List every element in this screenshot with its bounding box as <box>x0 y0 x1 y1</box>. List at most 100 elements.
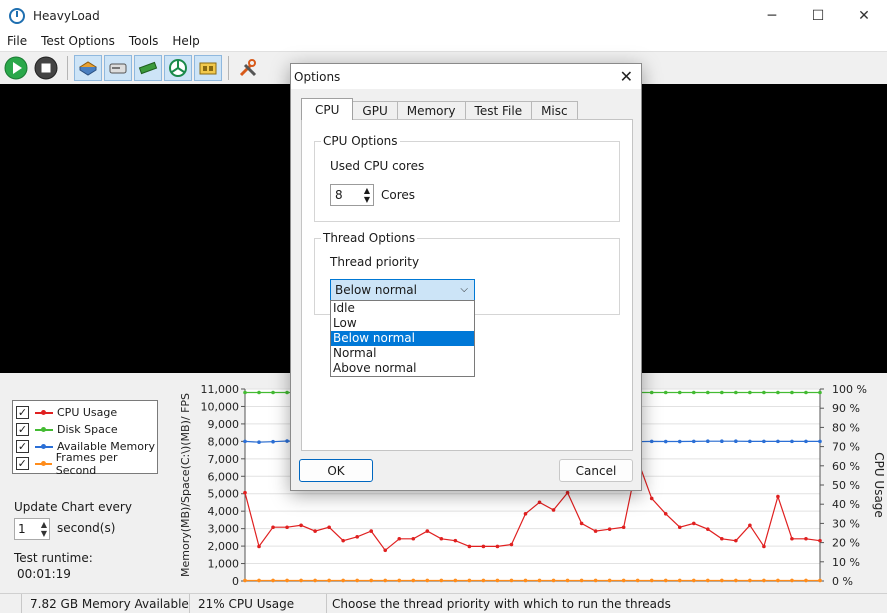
priority-option-above-normal[interactable]: Above normal <box>331 361 474 376</box>
data-point-disk-space <box>706 390 710 395</box>
data-point-cpu-usage <box>369 529 374 533</box>
gpu-stress-button[interactable] <box>164 55 192 81</box>
right-axis-tick-label: 60 % <box>832 460 860 473</box>
minimize-button[interactable]: ─ <box>749 0 795 31</box>
thread-priority-select[interactable]: Below normal ⌵ <box>330 279 475 301</box>
data-point-frames-per-second <box>341 578 345 583</box>
play-icon <box>4 56 28 80</box>
runtime-value: 00:01:19 <box>17 567 71 581</box>
data-point-frames-per-second <box>804 578 808 583</box>
data-point-frames-per-second <box>818 578 822 583</box>
tab-memory[interactable]: Memory <box>396 101 466 120</box>
legend-item-cpu-usage[interactable]: ✓ CPU Usage <box>16 404 157 421</box>
menu-file[interactable]: File <box>0 34 34 48</box>
disk-icon <box>109 63 127 74</box>
data-point-available-memory <box>649 439 654 444</box>
update-interval-spinner[interactable]: 1 ▲ ▼ <box>14 518 50 540</box>
data-point-frames-per-second <box>663 578 668 583</box>
legend-item-frames-per-second[interactable]: ✓ Frames per Second <box>16 451 157 477</box>
data-point-frames-per-second <box>299 578 303 583</box>
data-point-cpu-usage <box>397 536 402 541</box>
dialog-title-bar: Options ✕ <box>291 64 641 89</box>
legend-label: Frames per Second <box>55 450 118 477</box>
data-point-available-memory <box>271 439 275 444</box>
data-point-available-memory <box>776 439 780 444</box>
tab-gpu[interactable]: GPU <box>352 101 398 120</box>
left-axis-tick-label: 10,000 <box>201 400 240 413</box>
legend-checkbox[interactable]: ✓ <box>16 457 29 470</box>
data-point-available-memory <box>762 439 766 444</box>
dialog-close-button[interactable]: ✕ <box>620 67 633 86</box>
left-axis-tick-label: 0 <box>232 575 239 588</box>
left-axis-tick-label: 9,000 <box>208 418 240 431</box>
data-point-frames-per-second <box>397 578 402 583</box>
data-point-disk-space <box>691 390 696 395</box>
data-point-available-memory <box>243 439 247 444</box>
cpu-stress-button[interactable] <box>74 55 102 81</box>
legend-label: Disk Space <box>57 423 118 436</box>
status-hint-text: Choose the thread priority with which to… <box>332 596 671 611</box>
data-point-frames-per-second <box>691 578 696 583</box>
stop-test-button[interactable] <box>33 55 59 81</box>
chevron-down-icon: ⌵ <box>460 284 468 295</box>
data-point-cpu-usage <box>593 529 598 533</box>
data-point-frames-per-second <box>565 578 570 583</box>
data-point-frames-per-second <box>467 578 472 583</box>
disk-stress-button[interactable] <box>104 55 132 81</box>
start-test-button[interactable] <box>3 55 29 81</box>
data-point-frames-per-second <box>453 578 458 583</box>
ok-button[interactable]: OK <box>299 459 373 482</box>
data-point-cpu-usage <box>439 536 444 541</box>
cpu-cores-spinner[interactable]: 8 ▲ ▼ <box>330 184 374 206</box>
legend-swatch <box>35 426 53 432</box>
spinner-arrows-icon[interactable]: ▲ ▼ <box>41 520 47 538</box>
tools-button[interactable] <box>235 55 261 81</box>
close-window-button[interactable]: ✕ <box>841 0 887 31</box>
data-point-frames-per-second <box>285 578 289 583</box>
legend-checkbox[interactable]: ✓ <box>16 440 29 453</box>
data-point-frames-per-second <box>734 578 738 583</box>
menu-test-options[interactable]: Test Options <box>34 34 122 48</box>
data-point-cpu-usage <box>257 544 261 549</box>
menu-help[interactable]: Help <box>165 34 206 48</box>
data-point-cpu-usage <box>621 525 626 530</box>
tab-misc[interactable]: Misc <box>531 101 578 120</box>
spinner-arrows-icon[interactable]: ▲ ▼ <box>364 186 370 204</box>
status-cpu-text: 21% CPU Usage <box>198 596 295 611</box>
cancel-button[interactable]: Cancel <box>559 459 633 482</box>
legend-checkbox[interactable]: ✓ <box>16 406 29 419</box>
window-title: HeavyLoad <box>33 8 100 23</box>
data-point-frames-per-second <box>720 578 724 583</box>
priority-option-idle[interactable]: Idle <box>331 301 474 316</box>
data-point-cpu-usage <box>551 508 556 512</box>
data-point-cpu-usage <box>818 538 822 543</box>
thread-options-title: Thread Options <box>321 231 418 245</box>
data-point-frames-per-second <box>425 578 430 583</box>
data-point-cpu-usage <box>776 494 780 499</box>
data-point-disk-space <box>649 390 654 395</box>
title-bar: HeavyLoad ─ ☐ ✕ <box>0 0 887 31</box>
data-point-frames-per-second <box>621 578 626 583</box>
data-point-frames-per-second <box>649 578 654 583</box>
data-point-cpu-usage <box>523 512 528 516</box>
data-point-available-memory <box>818 439 822 444</box>
memory-stress-button[interactable] <box>134 55 162 81</box>
priority-option-below-normal[interactable]: Below normal <box>331 331 474 346</box>
legend-checkbox[interactable]: ✓ <box>16 423 29 436</box>
left-axis-tick-label: 5,000 <box>208 488 240 501</box>
io-stress-button[interactable] <box>194 55 222 81</box>
tab-cpu[interactable]: CPU <box>301 98 354 120</box>
legend-item-disk-space[interactable]: ✓ Disk Space <box>16 421 157 438</box>
data-point-cpu-usage <box>495 544 500 549</box>
menu-bar: File Test Options Tools Help <box>0 31 887 51</box>
tab-test-file[interactable]: Test File <box>464 101 533 120</box>
priority-option-normal[interactable]: Normal <box>331 346 474 361</box>
data-point-disk-space <box>748 390 752 395</box>
maximize-button[interactable]: ☐ <box>795 0 841 31</box>
legend-label: CPU Usage <box>57 406 118 419</box>
data-point-cpu-usage <box>243 490 247 495</box>
priority-option-low[interactable]: Low <box>331 316 474 331</box>
data-point-frames-per-second <box>537 578 542 583</box>
menu-tools[interactable]: Tools <box>122 34 166 48</box>
data-point-available-memory <box>720 439 724 443</box>
